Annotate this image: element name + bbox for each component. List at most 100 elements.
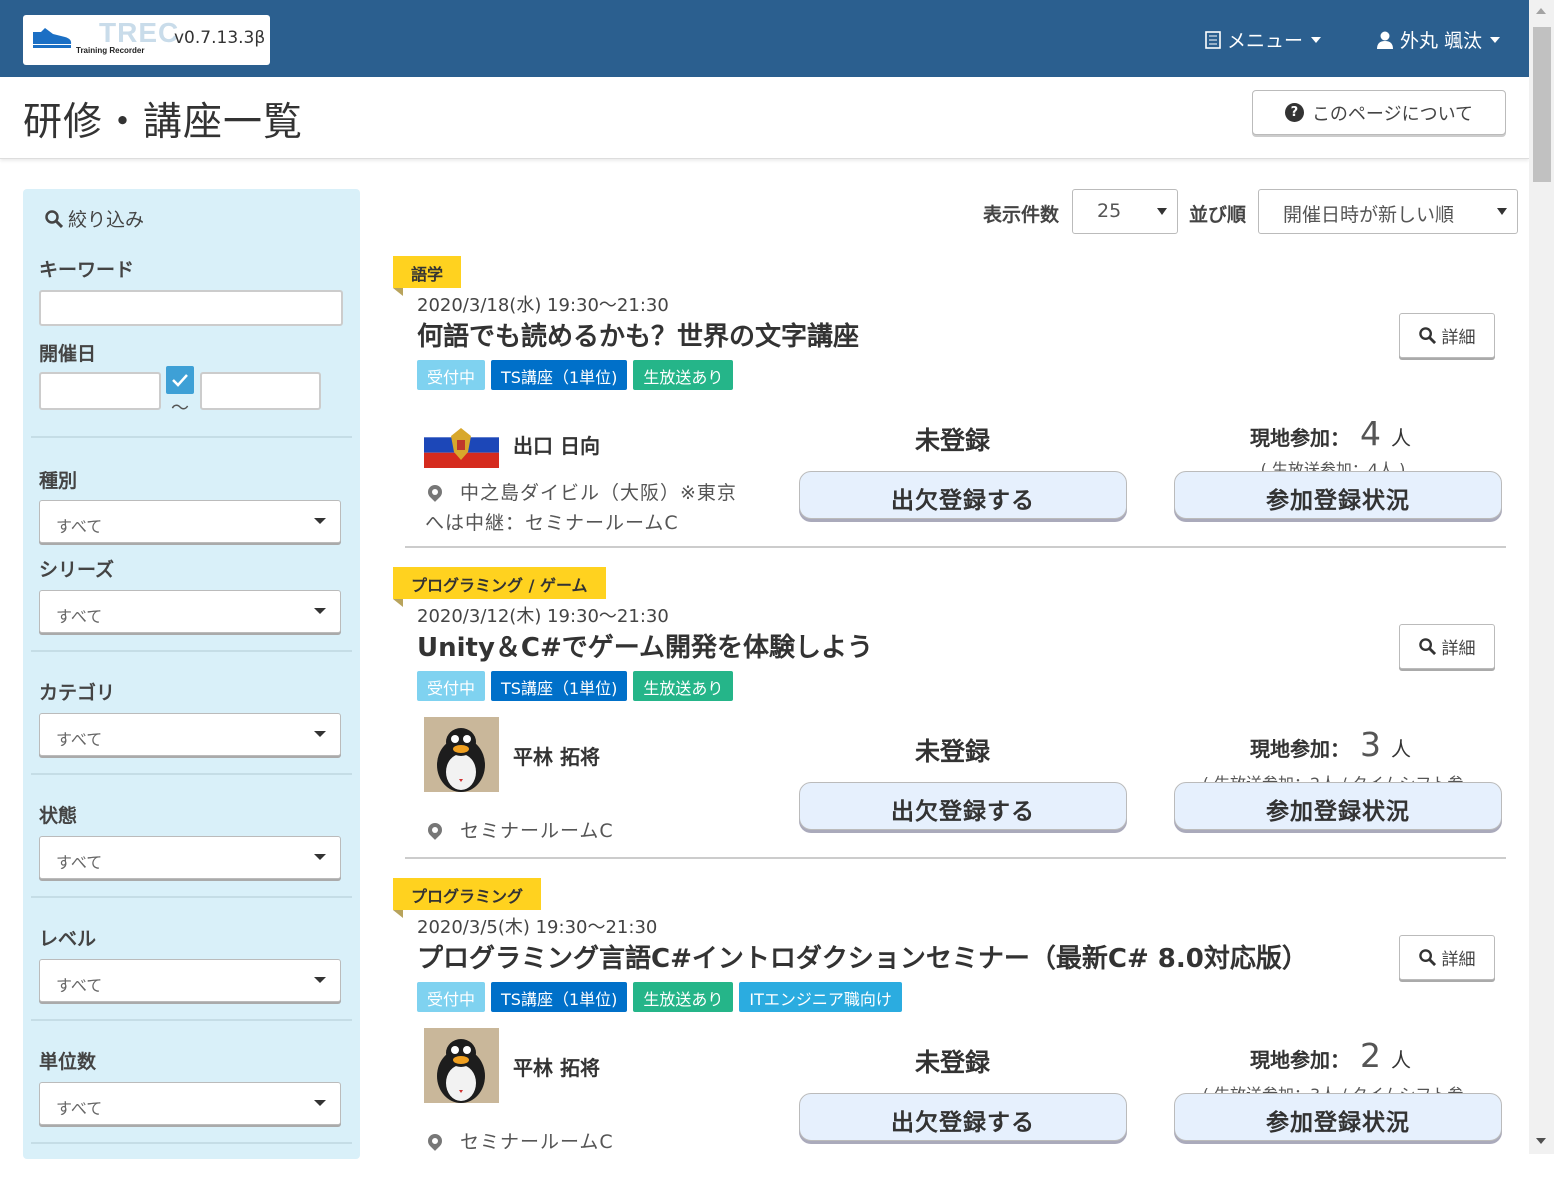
detail-button[interactable]: 詳細	[1399, 935, 1495, 980]
location-text: セミナールームC	[460, 1131, 614, 1153]
state-select-value: すべて	[56, 853, 103, 872]
event-date: 2020/3/5(木) 19:30～21:30	[417, 917, 658, 938]
tag-fold	[393, 288, 403, 296]
map-pin-icon	[425, 820, 445, 840]
divider	[405, 546, 1506, 548]
search-icon	[1418, 327, 1436, 344]
ts-badge: TS講座（1単位)	[491, 671, 628, 701]
registration-status: 未登録	[915, 1048, 991, 1077]
event-location: セミナールームC	[425, 1127, 745, 1157]
level-select[interactable]: すべて	[39, 959, 341, 1002]
onsite-count: 現地参加： 3 人	[1250, 725, 1411, 764]
penguin-avatar	[424, 717, 499, 792]
attendance-button[interactable]: 出欠登録する	[799, 782, 1127, 830]
date-from-input[interactable]	[39, 372, 161, 410]
ts-badge: TS講座（1単位)	[491, 360, 628, 390]
dropdown-arrow-icon	[314, 1100, 326, 1106]
logo-subtitle: Training Recorder	[76, 46, 145, 55]
dropdown-arrow-icon	[314, 518, 326, 524]
scroll-down-icon[interactable]	[1536, 1138, 1546, 1144]
divider	[31, 773, 352, 775]
page-size-select[interactable]: 25	[1072, 189, 1178, 234]
onsite-label: 現地参加：	[1250, 737, 1350, 761]
onsite-label: 現地参加：	[1250, 426, 1350, 450]
list-icon	[1205, 30, 1221, 49]
type-select[interactable]: すべて	[39, 500, 341, 543]
user-name: 外丸 颯汰	[1400, 30, 1483, 52]
credits-select[interactable]: すべて	[39, 1082, 341, 1125]
badge-list: 受付中 TS講座（1単位) 生放送あり ITエンジニア職向け	[417, 982, 902, 1012]
detail-button[interactable]: 詳細	[1399, 313, 1495, 358]
series-select[interactable]: すべて	[39, 590, 341, 633]
sort-select[interactable]: 開催日時が新しい順	[1258, 189, 1518, 234]
location-text: 中之島ダイビル（大阪）※東京へは中継：セミナールームC	[425, 482, 737, 534]
caret-down-icon	[1311, 36, 1322, 43]
about-page-button[interactable]: ? このページについて	[1252, 90, 1506, 135]
keyword-label: キーワード	[39, 259, 135, 281]
scroll-up-icon[interactable]	[1536, 8, 1546, 14]
category-select[interactable]: すべて	[39, 713, 341, 756]
dropdown-arrow-icon	[314, 854, 326, 860]
date-separator: ～	[171, 398, 189, 419]
detail-button[interactable]: 詳細	[1399, 624, 1495, 669]
event-title[interactable]: 何語でも読めるかも？世界の文字講座	[417, 316, 859, 353]
live-badge: 生放送あり	[633, 360, 734, 390]
divider	[31, 436, 352, 438]
date-to-input[interactable]	[200, 372, 321, 410]
onsite-number: 3	[1360, 725, 1381, 764]
page-header: 研修・講座一覧 ? このページについて	[0, 77, 1529, 159]
filter-title: 絞り込み	[45, 205, 144, 232]
date-label: 開催日	[39, 343, 97, 365]
audience-badge: ITエンジニア職向け	[739, 982, 902, 1012]
detail-label: 詳細	[1441, 328, 1476, 348]
series-label: シリーズ	[39, 559, 115, 581]
event-date: 2020/3/18(水) 19:30～21:30	[417, 295, 669, 316]
status-badge: 受付中	[417, 982, 486, 1012]
event-date: 2020/3/12(木) 19:30～21:30	[417, 606, 669, 627]
instructor-name: 出口 日向	[513, 434, 600, 458]
onsite-count: 現地参加： 2 人	[1250, 1036, 1411, 1075]
instructor-name: 平林 拓将	[513, 745, 600, 769]
onsite-number: 4	[1360, 414, 1381, 453]
credits-label: 単位数	[39, 1051, 97, 1073]
onsite-count: 現地参加： 4 人	[1250, 414, 1411, 453]
onsite-unit: 人	[1391, 737, 1411, 761]
tag-fold	[393, 599, 403, 607]
category-label: カテゴリ	[39, 682, 116, 704]
live-badge: 生放送あり	[633, 982, 734, 1012]
onsite-label: 現地参加：	[1250, 1048, 1350, 1072]
state-label: 状態	[39, 805, 78, 827]
event-location: 中之島ダイビル（大阪）※東京へは中継：セミナールームC	[425, 478, 745, 538]
registration-status-button[interactable]: 参加登録状況	[1174, 1093, 1502, 1141]
event-title[interactable]: Unity＆C#でゲーム開発を体験しよう	[417, 627, 873, 664]
registration-status-button[interactable]: 参加登録状況	[1174, 782, 1502, 830]
state-select[interactable]: すべて	[39, 836, 341, 879]
version-label: v0.7.13.3β	[174, 28, 266, 48]
penguin-avatar	[424, 1028, 499, 1103]
category-tag: 語学	[393, 256, 462, 288]
keyword-input[interactable]	[39, 290, 343, 326]
scrollbar-thumb[interactable]	[1533, 27, 1551, 182]
registration-status-button[interactable]: 参加登録状況	[1174, 471, 1502, 519]
divider	[405, 857, 1506, 859]
event-title[interactable]: プログラミング言語C#イントロダクションセミナー（最新C# 8.0対応版）	[417, 938, 1308, 975]
divider	[31, 1019, 352, 1021]
attendance-button[interactable]: 出欠登録する	[799, 471, 1127, 519]
caret-down-icon	[1490, 36, 1501, 43]
event-card: プログラミング 2020/3/5(木) 19:30～21:30 プログラミング言…	[393, 878, 1506, 1188]
dropdown-arrow-icon	[314, 731, 326, 737]
detail-label: 詳細	[1441, 639, 1476, 659]
app-logo[interactable]: TREC Training Recorder v0.7.13.3β	[23, 15, 270, 65]
map-pin-icon	[425, 1131, 445, 1151]
attendance-button[interactable]: 出欠登録する	[799, 1093, 1127, 1141]
badge-list: 受付中 TS講座（1単位) 生放送あり	[417, 360, 734, 390]
menu-dropdown[interactable]: メニュー	[1205, 26, 1322, 53]
badge-list: 受付中 TS講座（1単位) 生放送あり	[417, 671, 734, 701]
map-pin-icon	[425, 482, 445, 502]
category-tag: プログラミング / ゲーム	[393, 567, 606, 599]
user-dropdown[interactable]: 外丸 颯汰	[1376, 26, 1501, 53]
onsite-number: 2	[1360, 1036, 1381, 1075]
date-range-checkbox[interactable]	[166, 366, 194, 394]
event-location: セミナールームC	[425, 816, 745, 846]
registration-status: 未登録	[915, 426, 991, 455]
